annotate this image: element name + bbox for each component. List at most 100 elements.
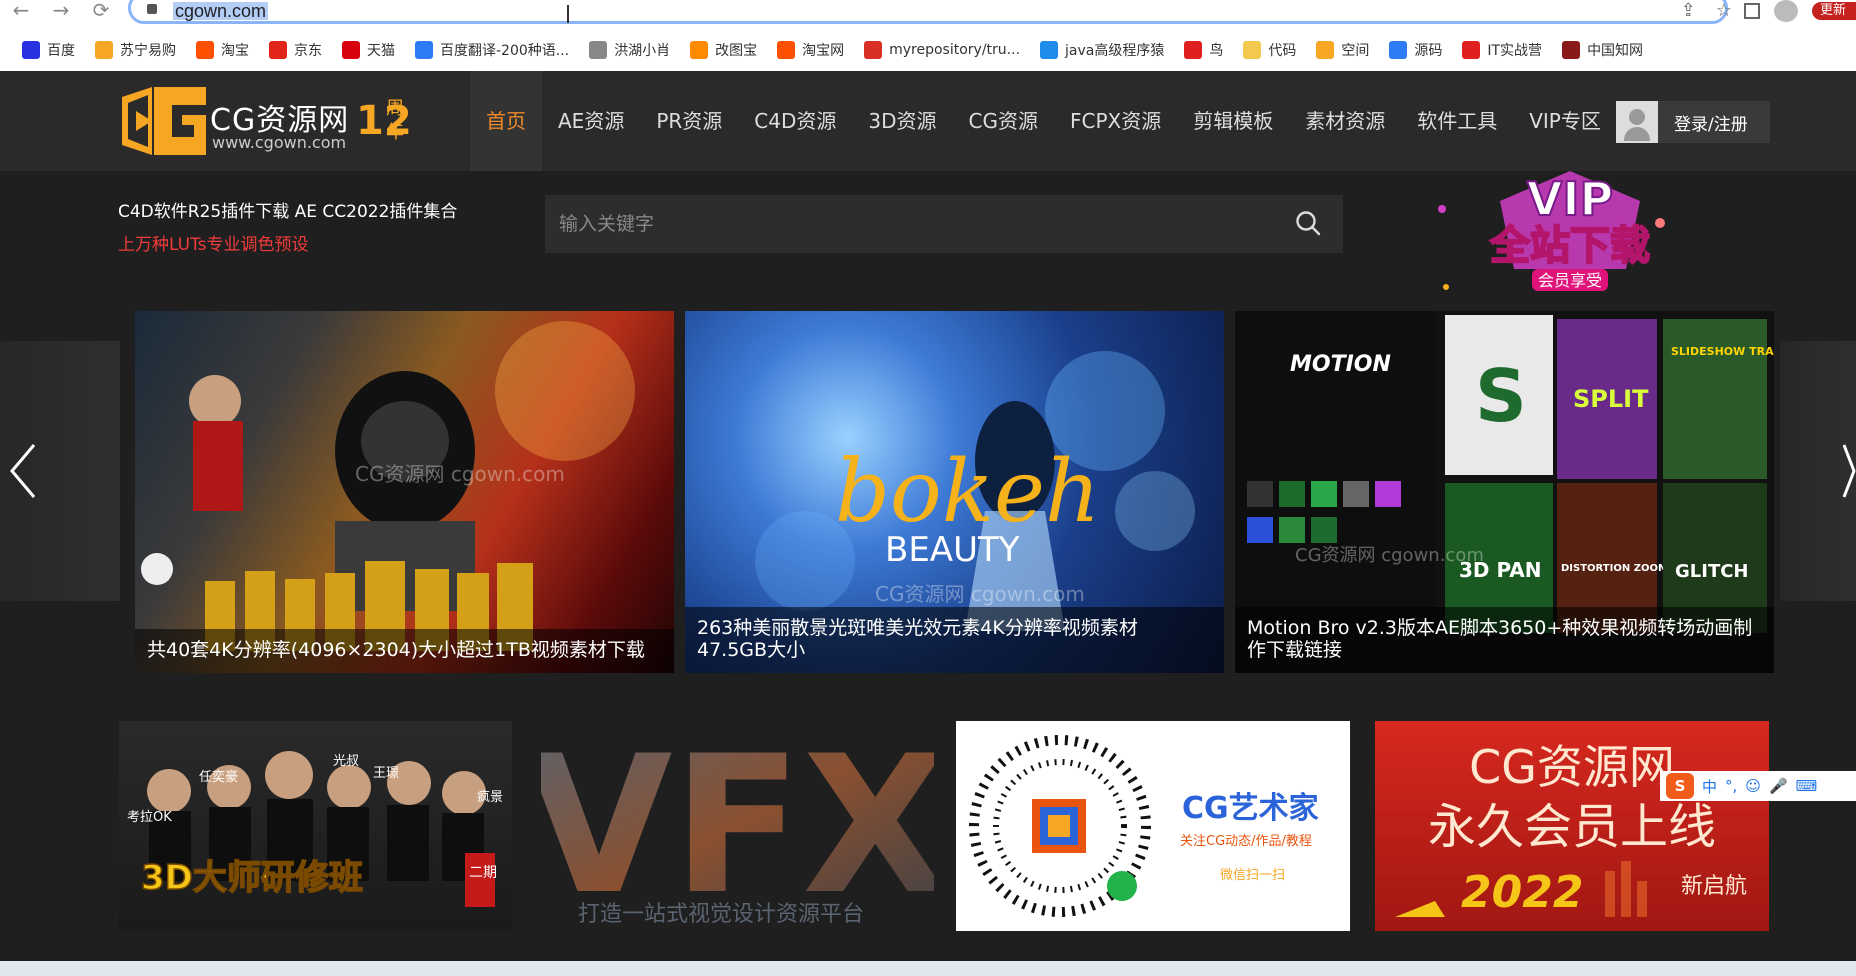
bookmark-item[interactable]: 鸟 <box>1174 36 1233 64</box>
slide-tile-1: S <box>1475 354 1527 438</box>
ime-mode[interactable]: 中 <box>1702 776 1717 797</box>
bookmark-label: 中国知网 <box>1587 43 1644 59</box>
banner-subtitle: 关注CG动态/作品/教程 <box>1180 833 1312 849</box>
slide-tile-5: GLITCH <box>1675 561 1749 582</box>
bookmarks-bar: 百度 苏宁易购 淘宝 京东 天猫 百度翻译-200种语... 洪湖小肖 改图宝 淘宝网 myrep… <box>0 36 1856 64</box>
slide-caption: Motion Bro v2.3版本AE脚本3650+种效果视频转场动画制作下载链… <box>1235 607 1774 673</box>
promo-link-luts[interactable]: 上万种LUTs专业调色预设 <box>118 230 457 255</box>
banner-title: CG艺术家 <box>1182 791 1319 826</box>
slide-artwork: CG资源网 cgown.com <box>141 321 635 651</box>
bookmark-item[interactable]: 百度翻译-200种语... <box>405 36 579 64</box>
banner-artwork: VFX 打造一站式视觉设计资源平台 <box>541 721 934 931</box>
bookmark-item[interactable]: 中国知网 <box>1552 36 1653 64</box>
bookmark-favicon-icon <box>1562 41 1581 59</box>
bookmark-label: 百度翻译-200种语... <box>440 43 570 59</box>
banner-year: 2022 <box>1461 867 1583 918</box>
nav-item[interactable]: AE资源 <box>542 71 640 171</box>
slide-caption: 263种美丽散景光斑唯美光效元素4K分辨率视频素材 47.5GB大小 <box>685 607 1224 673</box>
vip-subtitle: 全站下载 <box>1489 223 1650 269</box>
banner-vfx[interactable]: VFX 打造一站式视觉设计资源平台 <box>541 721 934 931</box>
banner-line2: 永久会员上线 <box>1428 799 1716 855</box>
reload-icon[interactable]: ⟳ <box>90 0 112 22</box>
banner-badge: 二期 <box>469 865 497 881</box>
lock-icon <box>147 4 157 14</box>
nav-item[interactable]: FCPX资源 <box>1054 71 1177 171</box>
banner-name-2: 任奕豪 <box>199 769 238 785</box>
address-bar[interactable]: cgown.com <box>128 0 1728 24</box>
banner-name-5: 疯景 <box>477 789 503 805</box>
banner-artwork: CG资源网 永久会员上线 2022 新启航 <box>1395 740 1747 918</box>
banner-title: 3D大师研修班 <box>141 858 363 898</box>
nav-item[interactable]: PR资源 <box>640 71 738 171</box>
bookmark-label: 洪湖小肖 <box>614 43 671 59</box>
slide-brand: MOTION <box>1290 352 1391 377</box>
bookmark-favicon-icon <box>777 41 796 59</box>
ime-toolbar[interactable]: S 中 °, ☺ 🎤 ⌨ <box>1660 771 1856 801</box>
promo-links: C4D软件R25插件下载 AE CC2022插件集合 上万种LUTs专业调色预设 <box>118 197 457 255</box>
bookmark-item[interactable]: 百度 <box>12 36 85 64</box>
sogou-ime-icon: S <box>1666 773 1694 799</box>
banner-hint: 微信扫一扫 <box>1220 868 1285 883</box>
bookmark-item[interactable]: 源码 <box>1379 36 1452 64</box>
nav-item[interactable]: 软件工具 <box>1401 71 1513 171</box>
bookmark-item[interactable]: 淘宝 <box>186 36 259 64</box>
banner-name-3: 光叔 <box>333 754 359 769</box>
carousel-slide-bokeh[interactable]: bokeh BEAUTY CG资源网 cgown.com 263种美丽散景光斑唯… <box>685 311 1224 673</box>
banner-3d-master-class[interactable]: 3D大师研修班 二期 考拉OK 任奕豪 光叔 王璟 疯景 <box>119 721 512 931</box>
banner-artwork: 3D大师研修班 二期 考拉OK 任奕豪 光叔 王璟 疯景 <box>127 751 503 907</box>
bookmark-item[interactable]: java高级程序猿 <box>1030 36 1174 64</box>
vip-download-banner[interactable]: VIP 全站下载 会员享受 <box>1430 169 1710 299</box>
update-button[interactable]: 更新 <box>1812 2 1856 20</box>
bookmark-item[interactable]: 洪湖小肖 <box>579 36 680 64</box>
carousel-slide-4k-footage[interactable]: CG资源网 cgown.com 共40套4K分辨率(4096×2304)大小超过… <box>135 311 674 673</box>
banner-permanent-vip[interactable]: CG资源网 永久会员上线 2022 新启航 <box>1375 721 1769 931</box>
banner-cg-artist-qr[interactable]: CG艺术家 关注CG动态/作品/教程 微信扫一扫 <box>956 721 1350 931</box>
nav-item[interactable]: 剪辑模板 <box>1177 71 1289 171</box>
slide-caption: 共40套4K分辨率(4096×2304)大小超过1TB视频素材下载 <box>135 629 674 673</box>
bookmark-item[interactable]: 淘宝网 <box>767 36 854 64</box>
carousel-prev-arrow-icon[interactable] <box>8 441 38 501</box>
share-icon[interactable]: ⇪ <box>1681 0 1696 21</box>
nav-item[interactable]: 素材资源 <box>1289 71 1401 171</box>
tab-search-icon[interactable] <box>1744 3 1760 19</box>
carousel-next-arrow-icon[interactable] <box>1840 441 1856 501</box>
carousel-slide-motion-bro[interactable]: MOTION S SPLIT SLIDESHOW TRANSITIONS PAC… <box>1235 311 1774 673</box>
bookmark-star-icon[interactable]: ☆ <box>1716 0 1732 21</box>
back-icon[interactable]: ← <box>10 0 32 22</box>
ime-punct-icon[interactable]: °, <box>1725 777 1737 795</box>
bookmark-item[interactable]: 京东 <box>259 36 332 64</box>
slide-subtitle: BEAUTY <box>885 530 1020 570</box>
nav-item[interactable]: 首页 <box>470 71 542 171</box>
ime-emoji-icon[interactable]: ☺ <box>1745 777 1761 795</box>
bookmark-item[interactable]: 苏宁易购 <box>85 36 186 64</box>
banner-name-4: 王璟 <box>373 766 399 781</box>
bookmark-item[interactable]: 改图宝 <box>680 36 767 64</box>
nav-item[interactable]: CG资源 <box>953 71 1054 171</box>
search-icon[interactable] <box>1295 210 1321 236</box>
bookmark-item[interactable]: 代码 <box>1233 36 1306 64</box>
site-logo[interactable]: CG资源网 www.cgown.com 12 周年 <box>118 83 418 159</box>
login-label: 登录/注册 <box>1674 114 1748 135</box>
nav-item[interactable]: 3D资源 <box>852 71 952 171</box>
bookmark-favicon-icon <box>342 41 360 59</box>
bookmark-item[interactable]: IT实战营 <box>1452 36 1552 64</box>
nav-item[interactable]: VIP专区 <box>1513 71 1617 171</box>
search-input[interactable] <box>545 195 1285 253</box>
promo-link-plugins[interactable]: C4D软件R25插件下载 AE CC2022插件集合 <box>118 197 457 222</box>
bookmark-favicon-icon <box>1462 41 1481 59</box>
ime-keyboard-icon[interactable]: ⌨ <box>1796 777 1818 795</box>
profile-avatar[interactable] <box>1774 0 1798 22</box>
bookmark-favicon-icon <box>22 41 40 59</box>
url-text[interactable]: cgown.com <box>173 2 269 20</box>
nav-item[interactable]: C4D资源 <box>738 71 852 171</box>
bookmark-item[interactable]: 空间 <box>1306 36 1379 64</box>
forward-icon[interactable]: → <box>50 0 72 22</box>
ime-mic-icon[interactable]: 🎤 <box>1769 777 1788 795</box>
bookmark-label: 改图宝 <box>715 43 758 59</box>
banner-title: VFX <box>541 721 934 931</box>
bookmark-item[interactable]: 天猫 <box>332 36 405 64</box>
bookmark-label: 京东 <box>294 43 322 59</box>
slide-watermark: CG资源网 cgown.com <box>875 582 1085 606</box>
bookmark-item[interactable]: myrepository/tru... <box>854 36 1030 64</box>
login-button[interactable]: 登录/注册 <box>1616 101 1770 143</box>
